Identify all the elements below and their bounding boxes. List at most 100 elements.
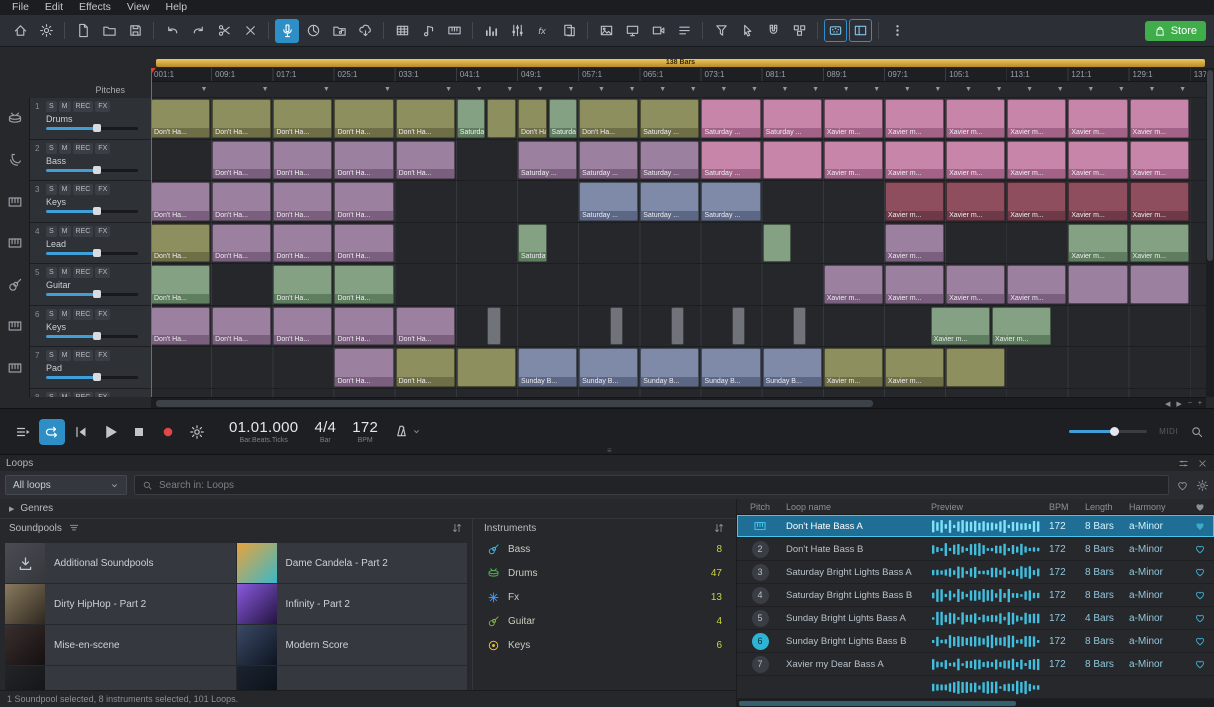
column-header-bpm[interactable]: BPM xyxy=(1049,502,1085,512)
audio-clip[interactable] xyxy=(946,348,1005,387)
audio-clip[interactable]: Xavier m... xyxy=(824,265,883,304)
column-header-loop-name[interactable]: Loop name xyxy=(783,502,931,512)
audio-clip[interactable]: Don't Ha... xyxy=(273,99,332,138)
clip-variation-dropdown-icon[interactable]: ▼ xyxy=(201,85,208,94)
mouse-mode-button[interactable] xyxy=(735,19,759,43)
track-s-button[interactable]: S xyxy=(46,101,57,112)
arrangement-list-button[interactable] xyxy=(10,419,36,445)
audio-clip[interactable]: Xavier m... xyxy=(946,141,1005,180)
scrollbar-thumb[interactable] xyxy=(739,701,1016,706)
favorite-icon[interactable] xyxy=(1187,612,1213,624)
metronome-control[interactable] xyxy=(394,424,421,439)
track-header[interactable]: 2SMRECFXBass xyxy=(30,140,151,182)
track-fx-button[interactable]: FX xyxy=(95,101,110,112)
loop-preview[interactable] xyxy=(931,565,1049,580)
collapse-section-icon[interactable] xyxy=(713,522,725,534)
home-button[interactable] xyxy=(8,19,32,43)
loop-row[interactable] xyxy=(737,676,1214,699)
audio-clip[interactable]: Saturday ... xyxy=(763,99,822,138)
audio-clip[interactable] xyxy=(1130,265,1189,304)
instrument-item[interactable]: Bass8 xyxy=(480,537,729,561)
audio-clip[interactable]: Don't Ha... xyxy=(334,182,393,221)
slider-thumb[interactable] xyxy=(93,290,101,298)
audio-clip[interactable]: Saturday ... xyxy=(518,141,577,180)
favorites-filter-icon[interactable] xyxy=(1176,479,1189,492)
horn-track-icon[interactable] xyxy=(0,140,29,182)
close-icon[interactable] xyxy=(1197,458,1208,469)
track-header[interactable]: 7SMRECFXPad xyxy=(30,347,151,389)
tuner-button[interactable] xyxy=(301,19,325,43)
clip-variation-dropdown-icon[interactable]: ▼ xyxy=(1026,85,1033,94)
audio-clip[interactable] xyxy=(732,307,745,346)
instrument-item[interactable]: Guitar4 xyxy=(480,609,729,633)
audio-clip[interactable]: Don't Ha... xyxy=(212,224,271,263)
track-rec-button[interactable]: REC xyxy=(73,392,94,398)
pitch-badge[interactable]: 2 xyxy=(752,541,769,558)
slider-thumb[interactable] xyxy=(93,124,101,132)
soundpool-item[interactable]: Dame Candela - Part 2 xyxy=(237,543,468,583)
loop-playback-button[interactable] xyxy=(39,419,65,445)
audio-clip[interactable] xyxy=(610,307,623,346)
menu-edit[interactable]: Edit xyxy=(37,0,71,15)
magnet-button[interactable] xyxy=(761,19,785,43)
loop-preview[interactable] xyxy=(931,542,1049,557)
audio-clip[interactable]: Xavier m... xyxy=(1130,141,1189,180)
audio-clip[interactable]: Xavier m... xyxy=(1130,99,1189,138)
filter-button[interactable] xyxy=(709,19,733,43)
track-rec-button[interactable]: REC xyxy=(73,143,94,154)
scroll-left-icon[interactable]: ◀ xyxy=(1165,400,1170,408)
arrangement-range-bar[interactable]: 138 Bars xyxy=(156,59,1205,67)
audio-clip[interactable]: Xavier m... xyxy=(1007,182,1066,221)
audio-clip[interactable]: Xavier m... xyxy=(885,99,944,138)
column-header-harmony[interactable]: Harmony xyxy=(1129,502,1187,512)
audio-clip[interactable]: Saturday ... xyxy=(518,224,547,263)
audio-clip[interactable]: Don't Ha... xyxy=(212,99,271,138)
image-export-button[interactable] xyxy=(594,19,618,43)
soundpool-item[interactable]: Mise-en-scene xyxy=(5,625,236,665)
audio-clip[interactable]: Don't Ha... xyxy=(151,224,210,263)
clip-variation-dropdown-icon[interactable]: ▼ xyxy=(1087,85,1094,94)
zoom-out-icon[interactable]: − xyxy=(1188,400,1192,407)
slider-thumb[interactable] xyxy=(1110,427,1119,436)
cloud-loops-button[interactable] xyxy=(353,19,377,43)
track-lane[interactable]: Don't Ha...Don't Ha...Don't Ha...Don't H… xyxy=(151,306,1206,348)
track-lane[interactable]: Don't Ha...Don't Ha...Sunday B...Sunday … xyxy=(151,347,1206,389)
track-fx-button[interactable]: FX xyxy=(95,392,110,398)
playlist-button[interactable] xyxy=(672,19,696,43)
instrument-item[interactable]: Keys6 xyxy=(480,633,729,657)
pitch-cell[interactable]: 5 xyxy=(737,610,783,627)
signature-display[interactable]: 4/4 Bar xyxy=(314,419,336,444)
play-button[interactable] xyxy=(97,419,123,445)
clip-variation-dropdown-icon[interactable]: ▼ xyxy=(629,85,636,94)
track-volume-slider[interactable] xyxy=(46,293,138,296)
audio-clip[interactable]: Xavier m... xyxy=(824,348,883,387)
instrument-item[interactable]: Drums47 xyxy=(480,561,729,585)
open-project-button[interactable] xyxy=(97,19,121,43)
panel-resize-handle[interactable]: ≡ xyxy=(607,448,612,454)
clip-variation-dropdown-icon[interactable]: ▼ xyxy=(659,85,666,94)
audio-clip[interactable]: Don't Ha... xyxy=(273,265,332,304)
audio-clip[interactable]: Xavier m... xyxy=(1068,141,1127,180)
clip-variation-dropdown-icon[interactable]: ▼ xyxy=(476,85,483,94)
audio-clip[interactable]: Saturday ... xyxy=(701,182,760,221)
clip-variation-dropdown-icon[interactable]: ▼ xyxy=(904,85,911,94)
pitch-cell[interactable]: 7 xyxy=(737,656,783,673)
audio-clip[interactable] xyxy=(793,307,806,346)
track-volume-slider[interactable] xyxy=(46,127,138,130)
soundpool-item[interactable]: Additional Soundpools xyxy=(5,543,236,583)
audio-clip[interactable]: Don't Ha... xyxy=(273,224,332,263)
column-header-pitch[interactable]: Pitch xyxy=(737,502,783,512)
loop-row[interactable]: 7Xavier my Dear Bass A1728 Barsa-Minor xyxy=(737,653,1214,676)
track-header[interactable]: 6SMRECFXKeys xyxy=(30,306,151,348)
audio-clip[interactable]: Don't Ha... xyxy=(396,141,455,180)
audio-clip[interactable] xyxy=(1068,265,1127,304)
grouping-button[interactable] xyxy=(787,19,811,43)
track-rec-button[interactable]: REC xyxy=(73,350,94,361)
clip-variation-dropdown-icon[interactable]: ▼ xyxy=(384,85,391,94)
settings-button[interactable] xyxy=(34,19,58,43)
bpm-display[interactable]: 172 BPM xyxy=(352,419,378,444)
track-rec-button[interactable]: REC xyxy=(73,267,94,278)
soundpool-item[interactable]: Modern Score xyxy=(237,625,468,665)
track-header[interactable]: 3SMRECFXKeys xyxy=(30,181,151,223)
audio-clip[interactable]: Xavier m... xyxy=(824,141,883,180)
